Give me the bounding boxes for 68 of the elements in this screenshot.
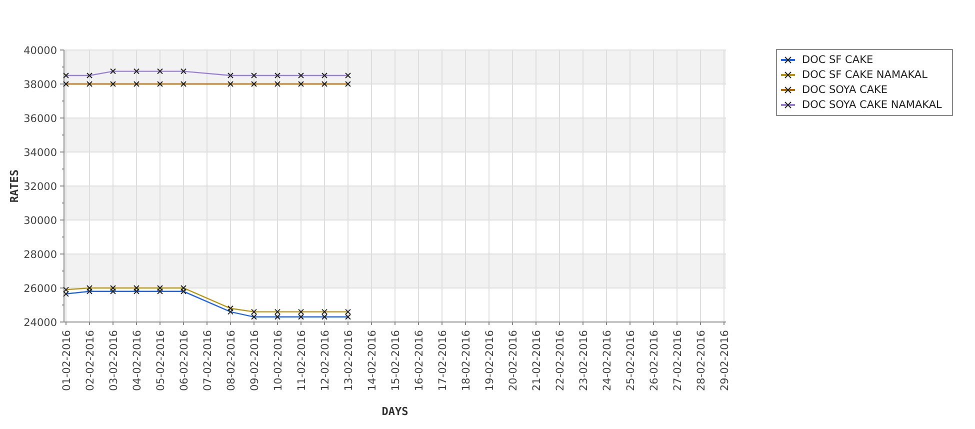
legend-label: DOC SOYA CAKE NAMAKAL [802, 98, 942, 112]
data-point [251, 72, 257, 78]
axis-tick-label: 11-02-2016 [296, 330, 308, 392]
data-point [110, 81, 116, 87]
axis-tick-label: 22-02-2016 [554, 330, 566, 392]
axis-tick-label: 04-02-2016 [132, 330, 144, 392]
axis-tick-label: 06-02-2016 [178, 330, 190, 392]
legend-label: DOC SOYA CAKE [802, 83, 888, 97]
axis-tick-label: 01-02-2016 [61, 330, 73, 392]
data-point [63, 72, 69, 78]
data-point [274, 81, 280, 87]
data-point [157, 68, 163, 74]
axis-tick-label: 13-02-2016 [343, 330, 355, 392]
data-point [345, 72, 351, 78]
data-point [63, 81, 69, 87]
axis-tick-label: 26000 [24, 283, 57, 295]
axis-tick-label: 36000 [24, 113, 57, 125]
axis-tick-label: 08-02-2016 [226, 330, 238, 392]
axis-title: DAYS [382, 405, 408, 418]
axis-tick-label: 34000 [24, 147, 57, 159]
axis-tick-label: 23-02-2016 [578, 330, 590, 392]
data-point [180, 81, 186, 87]
axis-tick-label: 10-02-2016 [272, 330, 284, 392]
axis-title: RATES [8, 169, 21, 203]
axis-tick-label: 28-02-2016 [696, 330, 708, 392]
axis-tick-label: 21-02-2016 [531, 330, 543, 392]
axis-tick-label: 30000 [24, 215, 57, 227]
data-point [228, 72, 234, 78]
data-point [180, 68, 186, 74]
data-point [322, 81, 328, 87]
data-point [298, 81, 304, 87]
axis-tick-label: 14-02-2016 [366, 330, 378, 392]
data-point [251, 81, 257, 87]
axis-tick-label: 20-02-2016 [508, 330, 520, 392]
axis-tick-label: 05-02-2016 [155, 330, 167, 392]
data-point [86, 72, 92, 78]
axis-tick-label: 07-02-2016 [202, 330, 214, 392]
axis-tick-label: 03-02-2016 [108, 330, 120, 392]
axis-tick-label: 18-02-2016 [460, 330, 472, 392]
axis-tick-label: 12-02-2016 [320, 330, 332, 392]
axis-tick-label: 27-02-2016 [672, 330, 684, 392]
data-point [298, 72, 304, 78]
data-point [274, 72, 280, 78]
axis-tick-label: 29-02-2016 [719, 330, 731, 392]
axis-tick-label: 32000 [24, 181, 57, 193]
data-point [134, 68, 140, 74]
axis-tick-label: 25-02-2016 [625, 330, 637, 392]
axis-tick-label: 24-02-2016 [602, 330, 614, 392]
data-point [110, 68, 116, 74]
axis-tick-label: 26-02-2016 [648, 330, 660, 392]
axis-tick-label: 28000 [24, 249, 57, 261]
axis-tick-label: 19-02-2016 [484, 330, 496, 392]
legend-label: DOC SF CAKE NAMAKAL [802, 68, 928, 82]
axis-tick-label: 17-02-2016 [437, 330, 449, 392]
axis-tick-label: 24000 [24, 317, 57, 329]
data-point [322, 72, 328, 78]
axis-tick-label: 09-02-2016 [249, 330, 261, 392]
data-point [157, 81, 163, 87]
axis-tick-label: 38000 [24, 79, 57, 91]
axis-tick-label: 15-02-2016 [390, 330, 402, 392]
data-point [86, 81, 92, 87]
data-point [134, 81, 140, 87]
axis-tick-label: 16-02-2016 [414, 330, 426, 392]
legend-label: DOC SF CAKE [802, 53, 874, 67]
data-point [228, 81, 234, 87]
axis-tick-label: 40000 [24, 45, 57, 57]
data-point [345, 81, 351, 87]
axis-tick-label: 02-02-2016 [84, 330, 96, 392]
